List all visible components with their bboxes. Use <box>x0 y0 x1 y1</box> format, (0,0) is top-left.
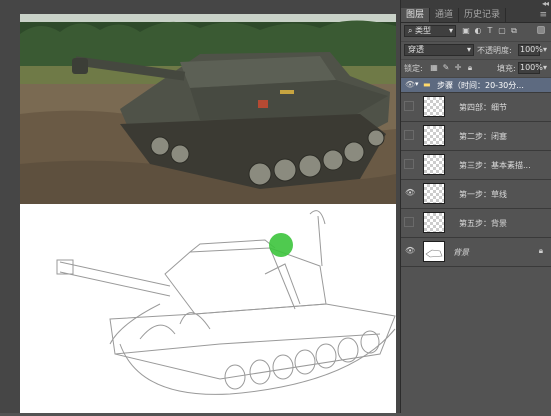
tab-channels[interactable]: 通道 <box>430 8 460 22</box>
shape-filter-icon[interactable]: ▢ <box>497 26 507 36</box>
layer-name: 第一步：草线 <box>459 190 507 199</box>
layers-panel: ◂◂ 图层 通道 历史记录 ≡ ⌕ 类型 ▾ ▣ ◐ T ▢ ⧉ 穿透 ▾ 不透… <box>400 0 551 413</box>
lock-transparent-icon[interactable]: ▦ <box>429 63 439 73</box>
visibility-toggle[interactable] <box>404 130 414 140</box>
layer-name: 第三步：基本素描... <box>459 161 531 170</box>
lock-image-icon[interactable]: ✎ <box>441 63 451 73</box>
lock-all-icon[interactable]: 🔒︎ <box>465 63 475 73</box>
layer-group-row[interactable]: 👁︎ ▾ ▬ 步骤（时间：20-30分... <box>401 78 551 93</box>
folder-icon: ▬ <box>423 80 431 89</box>
opacity-label: 不透明度: <box>477 46 512 55</box>
lock-position-icon[interactable]: ✛ <box>453 63 463 73</box>
chevron-down-icon: ▾ <box>448 26 453 35</box>
eye-icon[interactable]: 👁︎ <box>405 247 415 255</box>
panel-tabs: 图层 通道 历史记录 ≡ <box>401 8 551 23</box>
layer-row[interactable]: 第五步：背景 <box>401 209 551 238</box>
layer-name: 第二步：闭塞 <box>459 132 507 141</box>
panel-top-bar: ◂◂ <box>401 0 551 8</box>
fill-input[interactable]: 100% <box>518 62 543 74</box>
blend-row: 穿透 ▾ 不透明度: 100% ▾ <box>401 42 551 60</box>
tab-layers[interactable]: 图层 <box>401 8 431 22</box>
kind-filter-select[interactable]: ⌕ 类型 ▾ <box>404 25 456 37</box>
layer-thumbnail <box>423 96 445 117</box>
fill-label: 填充: <box>497 64 516 73</box>
opacity-input[interactable]: 100% <box>518 44 543 56</box>
reference-photo <box>20 14 396 204</box>
chevron-down-icon[interactable]: ▾ <box>540 45 550 55</box>
chevron-down-icon[interactable]: ▾ <box>540 63 550 73</box>
layers-list: 👁︎ ▾ ▬ 步骤（时间：20-30分... 第四部：细节 第二步：闭塞 第三步… <box>401 78 551 267</box>
layer-row[interactable]: 第四部：细节 <box>401 93 551 122</box>
adjustment-filter-icon[interactable]: ◐ <box>473 26 483 36</box>
smart-object-filter-icon[interactable]: ⧉ <box>509 26 519 36</box>
expand-arrow-icon[interactable]: ▾ <box>415 80 419 88</box>
layer-row[interactable]: 第三步：基本素描... <box>401 151 551 180</box>
filter-toggle-icon[interactable] <box>537 26 545 34</box>
layer-row[interactable]: 第二步：闭塞 <box>401 122 551 151</box>
layer-thumbnail <box>423 183 445 204</box>
blend-mode-select[interactable]: 穿透 ▾ <box>404 44 474 56</box>
layer-thumbnail <box>423 212 445 233</box>
double-chevron-icon[interactable]: ◂◂ <box>542 0 549 8</box>
layer-thumbnail <box>423 241 445 262</box>
eye-icon[interactable]: 👁︎ <box>405 81 415 89</box>
text-filter-icon[interactable]: T <box>485 26 495 36</box>
panel-menu-icon[interactable]: ≡ <box>539 10 547 20</box>
lock-label: 锁定: <box>404 64 423 73</box>
visibility-toggle[interactable] <box>404 101 414 111</box>
image-filter-icon[interactable]: ▣ <box>461 26 471 36</box>
layer-row[interactable]: 👁︎ 第一步：草线 <box>401 180 551 209</box>
blend-mode-value: 穿透 <box>408 45 424 54</box>
layer-name: 第五步：背景 <box>459 219 507 228</box>
kind-filter-label: 类型 <box>415 26 432 35</box>
lock-icon: 🔒︎ <box>538 246 543 255</box>
layer-name: 背景 <box>453 248 469 257</box>
tab-history[interactable]: 历史记录 <box>459 8 507 22</box>
layer-name: 第四部：细节 <box>459 103 507 112</box>
layer-name: 步骤（时间：20-30分... <box>437 81 524 90</box>
layer-filter-row: ⌕ 类型 ▾ ▣ ◐ T ▢ ⧉ <box>401 23 551 42</box>
layer-thumbnail <box>423 154 445 175</box>
visibility-toggle[interactable] <box>404 159 414 169</box>
search-icon: ⌕ <box>408 26 413 35</box>
document-canvas[interactable] <box>0 0 400 413</box>
visibility-toggle[interactable] <box>404 217 414 227</box>
background-layer-row[interactable]: 👁︎ 背景 🔒︎ <box>401 238 551 267</box>
brush-cursor-marker <box>269 233 293 257</box>
eye-icon[interactable]: 👁︎ <box>405 189 415 197</box>
sketch-layer-canvas[interactable] <box>20 204 396 413</box>
layer-thumbnail <box>423 125 445 146</box>
chevron-down-icon: ▾ <box>466 45 471 54</box>
lock-row: 锁定: ▦ ✎ ✛ 🔒︎ 填充: 100% ▾ <box>401 60 551 78</box>
